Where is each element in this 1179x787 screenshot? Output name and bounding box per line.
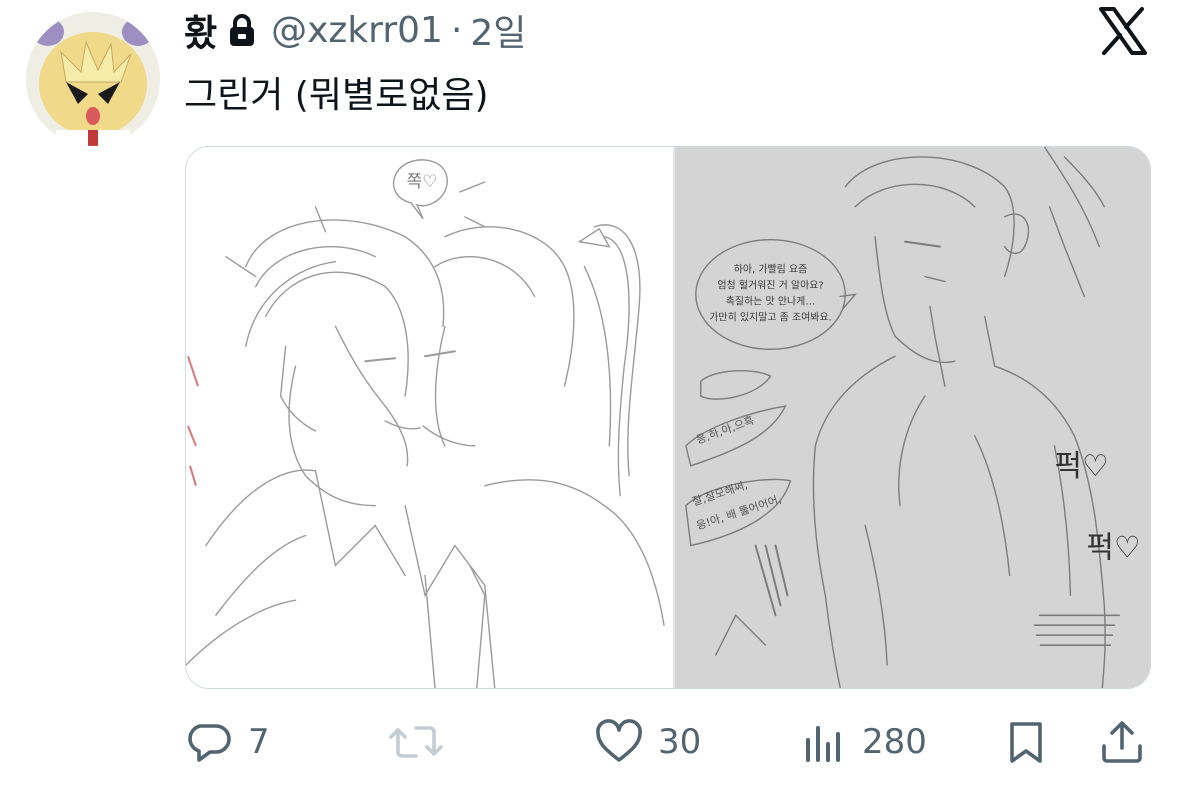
speech-bubble-line-2: 엄청 헐거워진 거 알아요? <box>717 278 823 291</box>
action-bar: 7 30 280 <box>0 712 1179 772</box>
separator-dot: · <box>450 9 463 51</box>
like-button[interactable]: 30 <box>594 712 701 772</box>
sfx-2: 퍽♡ <box>1086 530 1140 565</box>
retweet-icon <box>388 718 444 766</box>
media-image-right[interactable]: 하아, 가빨림 요즘 엄청 헐거워진 거 알아요? 촉질하는 맛 안나게… 가만… <box>675 147 1150 688</box>
user-handle[interactable]: @xzkrr01 <box>271 10 443 51</box>
views-icon <box>800 718 848 766</box>
like-count: 30 <box>658 722 702 762</box>
share-icon <box>1098 718 1146 766</box>
avatar[interactable] <box>26 12 160 146</box>
display-name[interactable]: 홨 <box>184 4 217 56</box>
retweet-button[interactable] <box>388 712 458 772</box>
timestamp[interactable]: 2일 <box>470 4 526 56</box>
reply-icon <box>186 718 234 766</box>
media-grid[interactable]: 쪽♡ 하아, 가빨림 요즘 엄청 헐거워진 거 알아요? 촉질하는 맛 안나게…… <box>185 146 1151 689</box>
speech-bubble-line-1: 하아, 가빨림 요즘 <box>734 263 808 276</box>
tweet-text: 그린거 (뭐별로없음) <box>184 75 489 116</box>
heart-icon <box>594 718 644 766</box>
x-logo-icon[interactable] <box>1098 6 1148 56</box>
avatar-image <box>26 12 160 146</box>
bookmark-icon <box>1002 718 1050 766</box>
side-note-1: 응,하,아,으흑 <box>694 413 756 447</box>
sketch-figure-illustration: 하아, 가빨림 요즘 엄청 헐거워진 거 알아요? 촉질하는 맛 안나게… 가만… <box>685 147 1141 688</box>
lock-icon <box>227 12 257 48</box>
sketch-kiss-illustration: 쪽♡ <box>186 159 665 688</box>
speech-bubble-line-4: 가만히 있지말고 좀 조여봐요. <box>709 311 832 323</box>
media-image-left[interactable]: 쪽♡ <box>186 147 675 688</box>
speech-bubble-left: 쪽♡ <box>407 171 438 191</box>
views-count: 280 <box>862 722 927 762</box>
sfx-1: 퍽♡ <box>1054 449 1108 484</box>
reply-button[interactable]: 7 <box>186 712 270 772</box>
speech-bubble-line-3: 촉질하는 맛 안나게… <box>726 294 816 307</box>
share-button[interactable] <box>1098 712 1146 772</box>
tweet-header: 홨 @xzkrr01 · 2일 <box>184 4 526 56</box>
side-note-2: 잘,잘모해써, <box>690 478 749 509</box>
bookmark-button[interactable] <box>1002 712 1050 772</box>
reply-count: 7 <box>248 722 270 762</box>
views-button[interactable]: 280 <box>800 712 927 772</box>
